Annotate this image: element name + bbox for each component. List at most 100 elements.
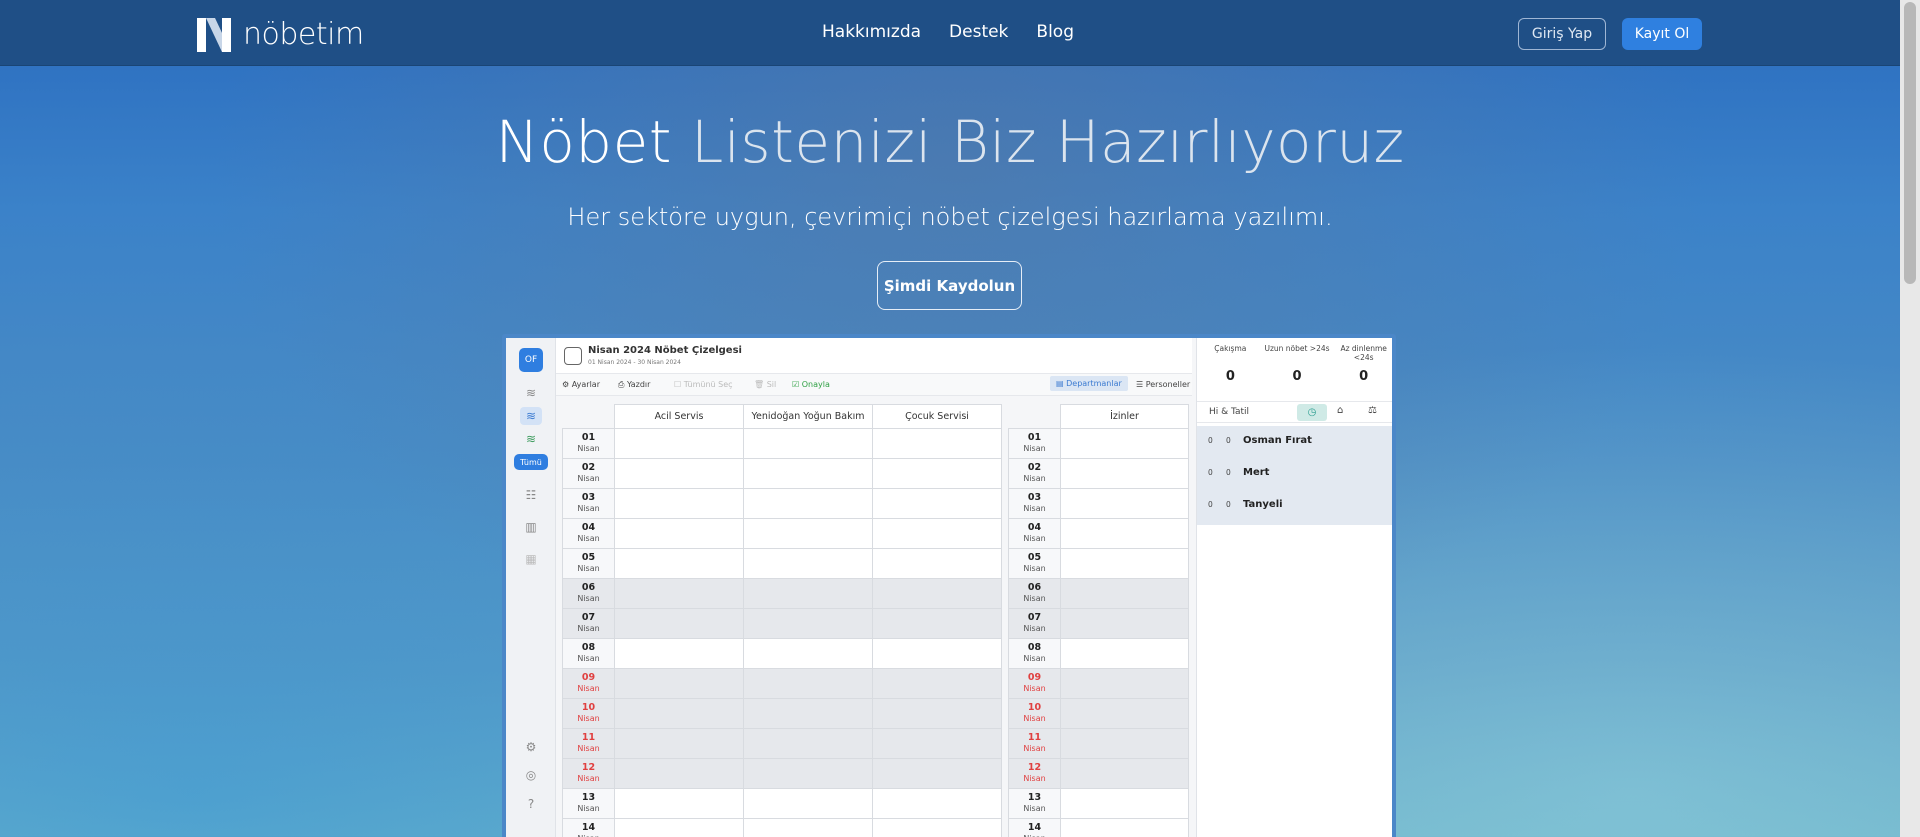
shift-cell[interactable] [614,578,744,609]
staff-row[interactable]: 0 0 Mert [1197,458,1392,490]
shift-cell[interactable] [1060,728,1189,759]
staff-count-b: 0 [1226,468,1231,477]
shift-cell[interactable] [743,548,873,579]
shift-cell[interactable] [614,698,744,729]
shift-cell[interactable] [614,518,744,549]
shift-cell[interactable] [1060,638,1189,669]
grid-icon[interactable]: ▦ [520,550,542,568]
shift-cell[interactable] [743,698,873,729]
shift-cell[interactable] [872,668,1002,699]
settings-button[interactable]: ⚙ Ayarlar [562,380,600,389]
staff-row[interactable]: 0 0 Osman Fırat [1197,426,1392,458]
shift-cell[interactable] [743,488,873,519]
print-button[interactable]: ⎙ Yazdır [618,380,650,390]
shift-cell[interactable] [872,638,1002,669]
shift-cell[interactable] [872,758,1002,789]
shift-cell[interactable] [872,788,1002,819]
shift-cell[interactable] [614,788,744,819]
nav-support[interactable]: Destek [949,22,1008,42]
shift-cell[interactable] [1060,758,1189,789]
shift-cell[interactable] [614,638,744,669]
shift-cell[interactable] [614,608,744,639]
user-avatar[interactable]: OF [519,348,543,372]
select-all-button[interactable]: ☐ Tümünü Seç [674,380,733,389]
gear-icon[interactable]: ⚙ [520,738,542,756]
brand-logo[interactable]: nöbetim [197,17,364,52]
shift-cell[interactable] [614,758,744,789]
shift-cell[interactable] [1060,608,1189,639]
filter-all-button[interactable]: Tümü [514,454,548,470]
shift-cell[interactable] [743,638,873,669]
shift-cell[interactable] [614,548,744,579]
shift-cell[interactable] [1060,428,1189,459]
shift-cell[interactable] [1060,458,1189,489]
checklist-icon[interactable]: ☷ [520,486,542,504]
schedule-toolbar: ⚙ Ayarlar ⎙ Yazdır ☐ Tümünü Seç 🗑 Sil ☑ … [556,374,1192,396]
staff-tab[interactable]: ☰ Personeller [1136,380,1190,389]
layers-gray-icon[interactable]: ≋ [520,384,542,402]
circle-settings-icon[interactable]: ◎ [520,766,542,784]
bar-chart-icon[interactable]: ▥ [520,518,542,536]
shift-cell[interactable] [743,728,873,759]
shift-cell[interactable] [614,458,744,489]
shift-cell[interactable] [1060,668,1189,699]
layers-blue-icon[interactable]: ≋ [520,407,542,425]
shift-cell[interactable] [872,518,1002,549]
schedule-row: 04 Nisan [562,518,1002,549]
shift-cell[interactable] [872,698,1002,729]
shift-cell[interactable] [614,428,744,459]
shift-cell[interactable] [743,518,873,549]
shift-cell[interactable] [872,488,1002,519]
shift-cell[interactable] [872,578,1002,609]
shift-cell[interactable] [872,428,1002,459]
scrollbar-thumb[interactable] [1904,2,1916,284]
shift-cell[interactable] [872,728,1002,759]
shift-cell[interactable] [614,818,744,837]
shift-cell[interactable] [614,488,744,519]
shift-cell[interactable] [1060,818,1189,837]
shift-cell[interactable] [743,788,873,819]
shift-cell[interactable] [872,818,1002,837]
shift-cell[interactable] [743,758,873,789]
departments-tab[interactable]: ▤ Departmanlar [1050,376,1128,391]
delete-label: Sil [766,380,777,389]
shift-cell[interactable] [1060,698,1189,729]
delete-button[interactable]: 🗑 Sil [754,380,776,389]
shift-cell[interactable] [743,818,873,837]
shift-cell[interactable] [1060,548,1189,579]
shift-cell[interactable] [614,728,744,759]
shift-cell[interactable] [743,608,873,639]
signup-button[interactable]: Kayıt Ol [1622,18,1702,50]
shift-cell[interactable] [1060,488,1189,519]
clock-icon[interactable]: ◷ [1297,404,1327,421]
shift-cell[interactable] [743,428,873,459]
register-now-button[interactable]: Şimdi Kaydolun [877,261,1022,310]
shift-cell[interactable] [743,578,873,609]
help-icon[interactable]: ? [520,795,542,813]
shift-cell[interactable] [1060,518,1189,549]
shift-cell[interactable] [1060,578,1189,609]
month-label: Nisan [1023,504,1046,513]
shift-cell[interactable] [743,668,873,699]
page-scrollbar[interactable] [1900,0,1920,837]
shift-cell[interactable] [1060,788,1189,819]
month-label: Nisan [577,804,600,813]
day-number: 08 [581,642,596,653]
shift-cell[interactable] [872,548,1002,579]
nav-blog[interactable]: Blog [1036,22,1074,42]
shift-cell[interactable] [743,458,873,489]
login-button[interactable]: Giriş Yap [1518,18,1606,50]
scale-icon[interactable]: ⚖ [1368,405,1377,416]
staff-row[interactable]: 0 0 Tanyeli [1197,490,1392,522]
building-icon[interactable]: ⌂ [1337,405,1343,416]
approve-button[interactable]: ☑ Onayla [792,380,830,389]
nav-about[interactable]: Hakkımızda [822,22,921,42]
shift-cell[interactable] [614,668,744,699]
month-label: Nisan [577,564,600,573]
holiday-tab-label[interactable]: Hi & Tatil [1209,407,1249,417]
shift-cell[interactable] [872,458,1002,489]
logo-n-icon [197,17,231,52]
date-cell: 14Nisan [1008,818,1061,837]
shift-cell[interactable] [872,608,1002,639]
layers-green-icon[interactable]: ≋ [520,430,542,448]
